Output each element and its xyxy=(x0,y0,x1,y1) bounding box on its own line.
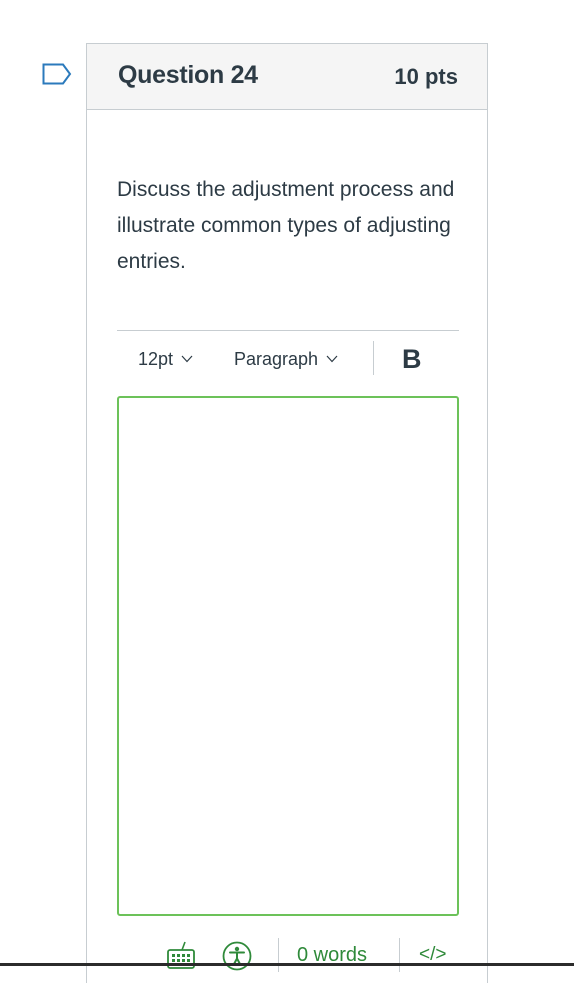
question-header: Question 24 10 pts xyxy=(87,44,487,110)
chevron-down-icon xyxy=(326,355,338,363)
editor-toolbar: 12pt Paragraph B xyxy=(117,336,459,382)
toolbar-separator xyxy=(373,341,374,375)
question-title: Question 24 xyxy=(118,61,258,89)
question-text: Discuss the adjustment process and illus… xyxy=(117,178,455,273)
toolbar-divider xyxy=(117,330,459,331)
statusbar-separator xyxy=(278,938,279,972)
question-points: 10 pts xyxy=(394,64,458,89)
statusbar-separator xyxy=(399,938,400,972)
block-format-dropdown[interactable]: Paragraph xyxy=(234,336,338,382)
font-size-label: 12pt xyxy=(138,348,174,369)
block-format-label: Paragraph xyxy=(234,348,319,369)
flag-question-icon[interactable] xyxy=(42,63,72,85)
chevron-down-icon xyxy=(181,355,193,363)
font-size-dropdown[interactable]: 12pt xyxy=(138,336,193,382)
answer-editor[interactable] xyxy=(117,396,459,916)
question-card: Question 24 10 pts Discuss the adjustmen… xyxy=(86,43,488,983)
accessibility-icon[interactable] xyxy=(221,940,253,972)
editor-statusbar: 0 words </> xyxy=(117,934,459,974)
bold-button[interactable]: B xyxy=(402,336,422,382)
